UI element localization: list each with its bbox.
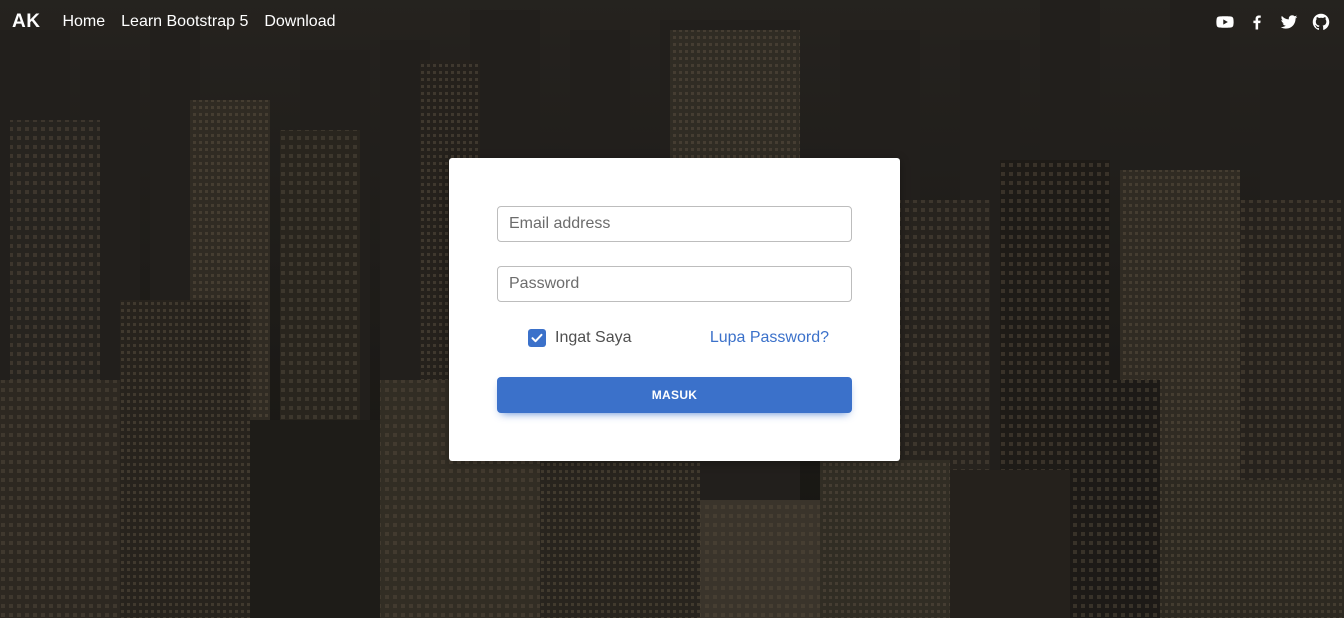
login-button[interactable]: MASUK [497,377,852,413]
email-input[interactable] [497,206,852,242]
nav-link-home[interactable]: Home [62,13,105,31]
forgot-password-link[interactable]: Lupa Password? [710,329,829,347]
login-options-row: Ingat Saya Lupa Password? [497,328,852,350]
navbar: AK Home Learn Bootstrap 5 Download [0,0,1344,44]
remember-checkbox[interactable] [528,329,546,347]
social-links [1216,13,1332,31]
remember-me[interactable]: Ingat Saya [528,329,632,347]
nav-link-download[interactable]: Download [264,13,335,31]
remember-label: Ingat Saya [555,329,632,346]
brand-logo[interactable]: AK [12,11,40,33]
facebook-icon[interactable] [1248,13,1266,31]
nav-link-learn-bootstrap[interactable]: Learn Bootstrap 5 [121,13,248,31]
twitter-icon[interactable] [1280,13,1298,31]
password-input[interactable] [497,266,852,302]
youtube-icon[interactable] [1216,13,1234,31]
login-card: Ingat Saya Lupa Password? MASUK [449,158,900,461]
checkmark-icon [531,333,543,343]
nav-links: Home Learn Bootstrap 5 Download [62,13,335,31]
github-icon[interactable] [1312,13,1330,31]
